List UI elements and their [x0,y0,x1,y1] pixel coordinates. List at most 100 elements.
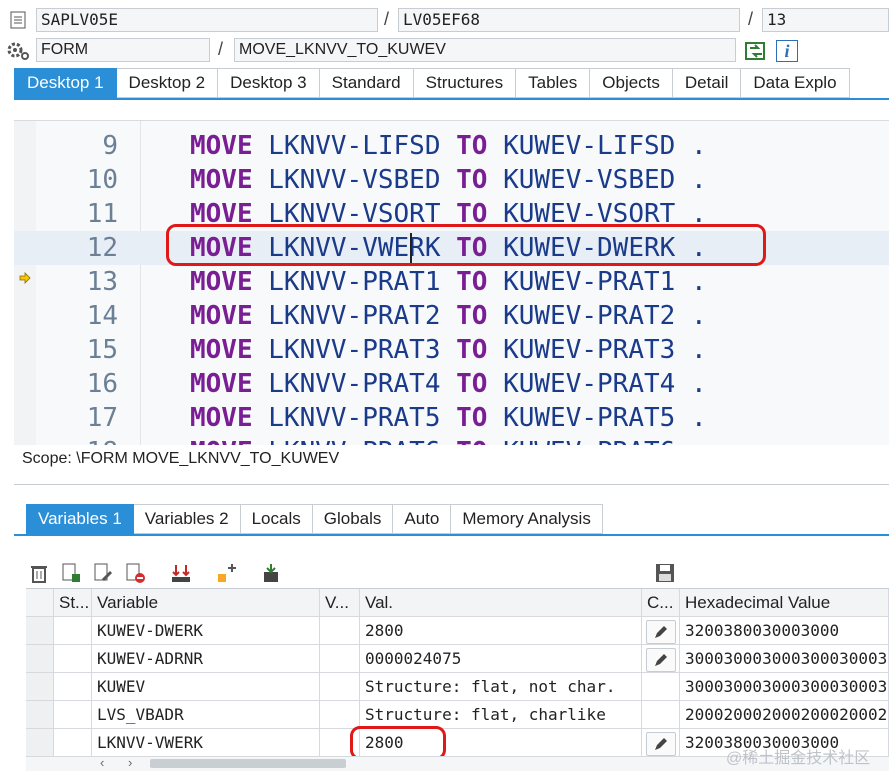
include-field[interactable]: LV05EF68 [398,8,740,32]
cell-value[interactable]: Structure: flat, charlike [360,701,642,729]
column-header-variable[interactable]: Variable [92,589,320,617]
save-icon[interactable] [654,562,676,584]
add-variable-icon[interactable] [60,562,82,584]
code-line[interactable]: 13 MOVE LKNVV-PRAT1 TO KUWEV-PRAT1 . [14,265,889,299]
statement-end: . [690,267,707,297]
column-header-status[interactable]: St... [54,589,92,617]
scroll-right-icon[interactable]: › [128,755,132,770]
row-selector[interactable] [26,645,54,673]
remove-variable-icon[interactable] [124,562,146,584]
column-header-hex[interactable]: Hexadecimal Value [680,589,889,617]
tab-desktop-1[interactable]: Desktop 1 [14,68,117,98]
edit-variable-icon[interactable] [92,562,114,584]
tab-memory-analysis[interactable]: Memory Analysis [451,504,603,534]
cell-value[interactable]: Structure: flat, not char. [360,673,642,701]
pencil-icon[interactable] [646,648,676,672]
tab-desktop-2[interactable]: Desktop 2 [116,68,219,98]
variables-toolbar [26,562,696,586]
statement-end: . [690,403,707,433]
pencil-icon[interactable] [646,620,676,644]
tab-data-explo[interactable]: Data Explo [741,68,850,98]
cell-variable: KUWEV [92,673,320,701]
grid-header-row: St... Variable V... Val. C... Hexadecimal Val… [26,589,889,617]
tab-auto[interactable]: Auto [393,504,452,534]
target-field: KUWEV-PRAT4 [503,369,676,399]
code-line[interactable]: 17 MOVE LKNVV-PRAT5 TO KUWEV-PRAT5 . [14,401,889,435]
column-header-v[interactable]: V... [320,589,360,617]
line-number: 18 [54,435,118,445]
column-header-change[interactable]: C... [642,589,680,617]
sort-icon[interactable] [216,562,238,584]
scroll-thumb[interactable] [150,759,346,768]
source-field: LKNVV-PRAT3 [268,335,441,365]
keyword-to: TO [456,131,488,161]
export-icon[interactable] [260,562,282,584]
cell-status [54,701,92,729]
keyword-move: MOVE [190,437,253,445]
tab-objects[interactable]: Objects [590,68,673,98]
row-selector[interactable] [26,729,54,757]
cell-value[interactable]: 2800 [360,617,642,645]
cell-v [320,645,360,673]
code-line[interactable]: 16 MOVE LKNVV-PRAT4 TO KUWEV-PRAT4 . [14,367,889,401]
code-editor[interactable]: 9 MOVE LKNVV-LIFSD TO KUWEV-LIFSD . 10 MOVE… [14,120,889,445]
highlight-box-code [166,224,766,266]
event-type-field[interactable]: FORM [36,38,210,62]
tab-variables-2[interactable]: Variables 2 [133,504,241,534]
event-name-field[interactable]: MOVE_LKNVV_TO_KUWEV [234,38,736,62]
source-field: LKNVV-VSBED [268,165,441,195]
scroll-left-icon[interactable]: ‹ [100,755,104,770]
variables-grid: St... Variable V... Val. C... Hexadecimal Val… [26,588,889,757]
cell-value[interactable]: 0000024075 [360,645,642,673]
cell-hex: 300030003000300030003000 [680,645,889,673]
keyword-move: MOVE [190,403,253,433]
tab-tables[interactable]: Tables [516,68,591,98]
tab-variables-1[interactable]: Variables 1 [26,504,134,534]
code-line[interactable]: 14 MOVE LKNVV-PRAT2 TO KUWEV-PRAT2 . [14,299,889,333]
keyword-to: TO [456,437,487,445]
cell-status [54,673,92,701]
tab-detail[interactable]: Detail [672,68,742,98]
pencil-icon[interactable] [646,732,676,756]
compare-icon[interactable] [170,562,192,584]
table-row[interactable]: KUWEV-DWERK 2800 3200380030003000 [26,617,889,645]
code-line[interactable]: 10 MOVE LKNVV-VSBED TO KUWEV-VSBED . [14,163,889,197]
statement-end: . [690,335,707,365]
row-selector[interactable] [26,701,54,729]
source-field: LKNVV-PRAT1 [268,267,441,297]
info-icon[interactable]: i [776,40,798,62]
tab-locals[interactable]: Locals [240,504,313,534]
line-field[interactable]: 13 [762,8,889,32]
transfer-icon[interactable] [744,40,768,62]
gear-icon[interactable] [6,40,30,62]
pane-divider [14,484,889,485]
code-statement: MOVE LKNVV-PRAT4 TO KUWEV-PRAT4 . [190,367,707,401]
row-selector[interactable] [26,673,54,701]
cell-change [642,729,680,757]
table-row[interactable]: KUWEV-ADRNR 0000024075 3000300030003000300… [26,645,889,673]
row-selector-header[interactable] [26,589,54,617]
program-field[interactable]: SAPLV05E [36,8,378,32]
table-row[interactable]: KUWEV Structure: flat, not char. 300030003… [26,673,889,701]
code-line[interactable]: 18 MOVE LKNVV-PRAT6 TO KUWEV-PRAT6 . [14,435,889,445]
row-selector[interactable] [26,617,54,645]
highlight-box-value [350,726,446,760]
target-field: KUWEV-VSBED [503,165,676,195]
code-line[interactable]: 9 MOVE LKNVV-LIFSD TO KUWEV-LIFSD . [14,129,889,163]
cell-v [320,673,360,701]
keyword-move: MOVE [190,131,253,161]
separator: / [218,39,224,59]
statement-end: . [691,437,707,445]
trash-icon[interactable] [28,562,50,584]
execution-pointer-icon [19,271,31,284]
source-field: LKNVV-PRAT6 [268,437,440,445]
code-statement: MOVE LKNVV-PRAT3 TO KUWEV-PRAT3 . [190,333,707,367]
column-header-value[interactable]: Val. [360,589,642,617]
source-field: LKNVV-PRAT4 [268,369,441,399]
tab-standard[interactable]: Standard [319,68,414,98]
tab-globals[interactable]: Globals [312,504,394,534]
tab-desktop-3[interactable]: Desktop 3 [218,68,320,98]
code-line[interactable]: 15 MOVE LKNVV-PRAT3 TO KUWEV-PRAT3 . [14,333,889,367]
table-row[interactable]: LVS_VBADR Structure: flat, charlike 200020… [26,701,889,729]
tab-structures[interactable]: Structures [413,68,517,98]
